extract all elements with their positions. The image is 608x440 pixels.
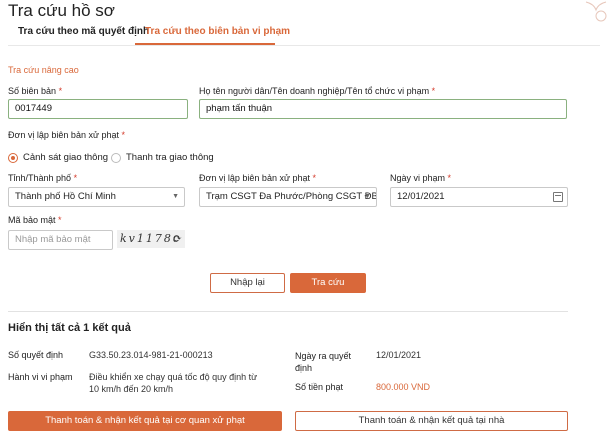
radio-unselected-icon xyxy=(111,152,121,163)
search-button[interactable]: Tra cứu xyxy=(290,273,366,293)
chevron-down-icon: ▼ xyxy=(172,193,179,200)
radio-traffic-inspection[interactable]: Thanh tra giao thông xyxy=(111,152,214,163)
reset-button[interactable]: Nhập lại xyxy=(210,273,285,293)
issuing-unit-label: Đơn vị lập biên bản xử phạt * xyxy=(199,173,317,183)
section-divider xyxy=(8,311,568,312)
page-title: Tra cứu hồ sơ xyxy=(8,1,115,20)
results-summary: Hiển thị tất cả 1 kết quả xyxy=(8,322,131,334)
province-select[interactable]: Thành phố Hồ Chí Minh ▼ xyxy=(8,187,185,207)
province-select-value: Thành phố Hồ Chí Minh xyxy=(15,191,116,202)
tab-bar: Tra cứu theo mã quyết định Tra cứu theo … xyxy=(8,22,600,46)
radio-selected-icon xyxy=(8,152,18,163)
radio-traffic-police[interactable]: Cảnh sát giao thông xyxy=(8,152,108,163)
violation-label: Hành vi vi phạm xyxy=(8,372,73,382)
person-name-input[interactable]: phạm tấn thuận xyxy=(199,99,567,119)
issue-date-label: Ngày ra quyết định xyxy=(295,351,352,373)
record-number-label: Số biên bản * xyxy=(8,86,63,96)
calendar-icon[interactable] xyxy=(553,192,563,202)
decision-number-label: Số quyết định xyxy=(8,350,64,360)
issue-date-value: 12/01/2021 xyxy=(376,350,422,360)
issuing-unit-select[interactable]: Trạm CSGT Đa Phước/Phòng CSGT ĐB-... ▼ xyxy=(199,187,377,207)
radio-traffic-inspection-label: Thanh tra giao thông xyxy=(126,152,214,163)
radio-traffic-police-label: Cảnh sát giao thông xyxy=(23,152,109,163)
pay-at-home-button[interactable]: Thanh toán & nhận kết quả tại nhà xyxy=(295,411,568,431)
chevron-down-icon: ▼ xyxy=(364,193,371,200)
tab-decision-number[interactable]: Tra cứu theo mã quyết định xyxy=(18,26,149,37)
province-label: Tỉnh/Thành phố * xyxy=(8,173,78,183)
active-tab-indicator xyxy=(135,43,275,45)
tab-violation-record[interactable]: Tra cứu theo biên bản vi phạm xyxy=(145,26,290,37)
fine-label: Số tiền phạt xyxy=(295,382,344,392)
tab-divider xyxy=(8,45,600,46)
decision-number-value: G33.50.23.014-981-21-000213 xyxy=(89,350,213,360)
violation-date-label: Ngày vi phạm * xyxy=(390,173,452,183)
pay-at-agency-button[interactable]: Thanh toán & nhận kết quả tại cơ quan xử… xyxy=(8,411,282,431)
advanced-search-label: Tra cứu nâng cao xyxy=(8,65,79,75)
fine-value: 800.000 VND xyxy=(376,382,431,392)
issuing-unit-select-value: Trạm CSGT Đa Phước/Phòng CSGT ĐB-... xyxy=(206,191,377,202)
refresh-icon[interactable]: ⟳ xyxy=(173,230,182,248)
record-number-input[interactable]: 0017449 xyxy=(8,99,188,119)
security-code-input[interactable]: Nhập mã bảo mật xyxy=(8,230,113,250)
issuing-unit-type-label: Đơn vị lập biên bản xử phạt * xyxy=(8,130,126,140)
violation-date-value: 12/01/2021 xyxy=(397,191,445,202)
captcha-image: kv1178c ⟳ xyxy=(117,230,185,248)
violation-value: Điều khiển xe chạy quá tốc độ quy định t… xyxy=(89,372,258,394)
person-name-label: Họ tên người dân/Tên doanh nghiệp/Tên tổ… xyxy=(199,86,436,96)
security-code-label: Mã bảo mật * xyxy=(8,215,62,225)
violation-date-input[interactable]: 12/01/2021 xyxy=(390,187,568,207)
